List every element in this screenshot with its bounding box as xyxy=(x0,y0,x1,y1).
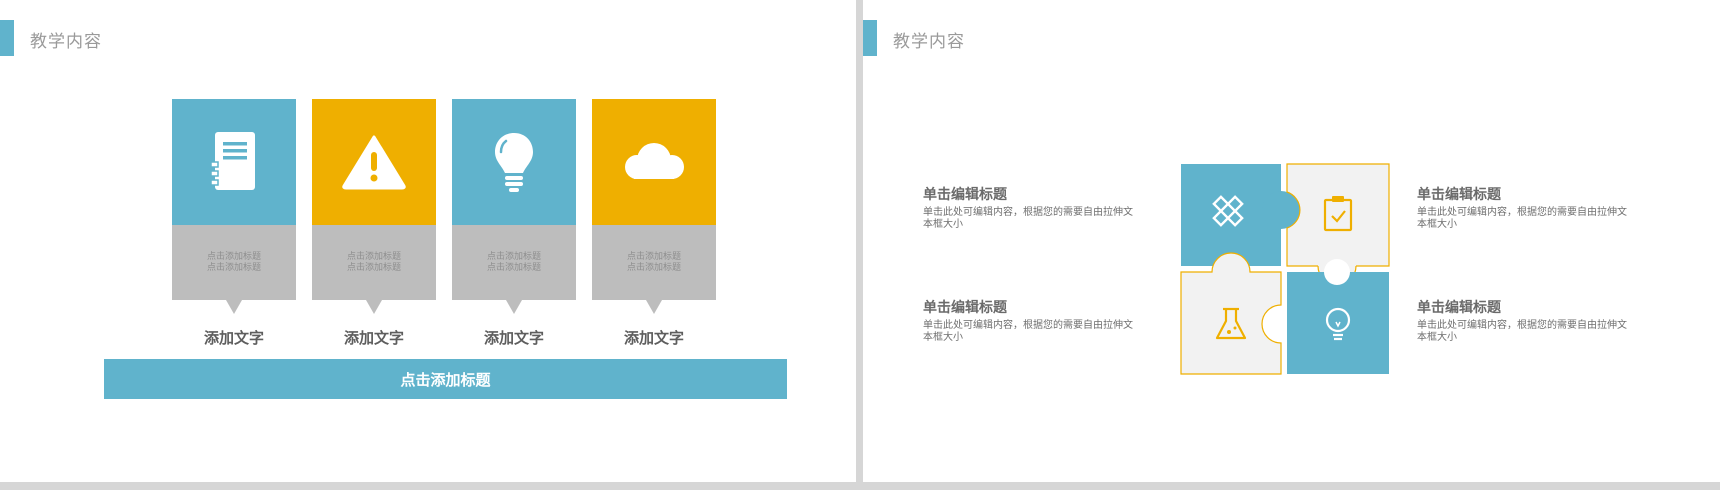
cloud-icon xyxy=(625,143,684,179)
card-subtitle: 点击添加标题 xyxy=(486,262,541,273)
block-body: 单击此处可编辑内容，根据您的需要自由拉伸文 xyxy=(1417,320,1627,331)
block-title: 单击编辑标题 xyxy=(923,187,1007,203)
block-title: 单击编辑标题 xyxy=(923,300,1007,316)
puzzle-piece-bottom-right xyxy=(1287,259,1389,374)
puzzle-graphic xyxy=(1180,163,1390,375)
card-subtitle: 点击添加标题 xyxy=(626,262,681,273)
title-accent-bar xyxy=(0,20,14,56)
card-1[interactable]: 点击添加标题 点击添加标题 添加文字 xyxy=(172,99,296,348)
block-body: 单击此处可编辑内容，根据您的需要自由拉伸文 xyxy=(1417,207,1627,218)
text-block-bottom-left[interactable]: 单击编辑标题 单击此处可编辑内容，根据您的需要自由拉伸文 本框大小 xyxy=(923,297,1163,344)
card-caption: 添加文字 xyxy=(483,329,544,347)
block-body: 本框大小 xyxy=(923,219,963,230)
card-icon-area xyxy=(592,99,716,225)
block-body: 单击此处可编辑内容，根据您的需要自由拉伸文 xyxy=(923,207,1133,218)
text-block-top-left[interactable]: 单击编辑标题 单击此处可编辑内容，根据您的需要自由拉伸文 本框大小 xyxy=(923,184,1163,231)
card-3[interactable]: 点击添加标题 点击添加标题 添加文字 xyxy=(452,99,576,348)
card-label-area: 点击添加标题 点击添加标题 xyxy=(592,225,716,314)
card-label-area: 点击添加标题 点击添加标题 xyxy=(312,225,436,314)
card-icon-area xyxy=(172,99,296,225)
slide-left: 教学内容 点击添加标题 点击添加标题 添加文字 点击添加标题 点击添加标题 添加… xyxy=(0,0,856,482)
block-body: 本框大小 xyxy=(1417,219,1457,230)
card-label-area: 点击添加标题 点击添加标题 xyxy=(452,225,576,314)
document-icon xyxy=(210,132,255,190)
card-subtitle: 点击添加标题 xyxy=(486,251,541,262)
lightbulb-icon xyxy=(495,133,533,192)
card-subtitle: 点击添加标题 xyxy=(346,251,401,262)
card-4[interactable]: 点击添加标题 点击添加标题 添加文字 xyxy=(592,99,716,348)
warning-icon xyxy=(342,135,406,190)
title-accent-bar xyxy=(863,20,877,56)
card-pointer xyxy=(226,300,242,314)
section-title: 教学内容 xyxy=(893,32,965,52)
card-subtitle: 点击添加标题 xyxy=(206,251,261,262)
title-banner[interactable]: 点击添加标题 xyxy=(104,359,787,399)
block-title: 单击编辑标题 xyxy=(1417,187,1501,203)
card-pointer xyxy=(506,300,522,314)
card-caption: 添加文字 xyxy=(343,329,404,347)
card-pointer xyxy=(366,300,382,314)
card-caption: 添加文字 xyxy=(203,329,264,347)
block-body: 本框大小 xyxy=(1417,332,1457,343)
block-body: 单击此处可编辑内容，根据您的需要自由拉伸文 xyxy=(923,320,1133,331)
card-icon-area xyxy=(452,99,576,225)
card-icon-area xyxy=(312,99,436,225)
text-block-top-right[interactable]: 单击编辑标题 单击此处可编辑内容，根据您的需要自由拉伸文 本框大小 xyxy=(1417,184,1657,231)
card-pointer xyxy=(646,300,662,314)
text-block-bottom-right[interactable]: 单击编辑标题 单击此处可编辑内容，根据您的需要自由拉伸文 本框大小 xyxy=(1417,297,1657,344)
block-body: 本框大小 xyxy=(923,332,963,343)
card-2[interactable]: 点击添加标题 点击添加标题 添加文字 xyxy=(312,99,436,348)
card-subtitle: 点击添加标题 xyxy=(206,262,261,273)
block-title: 单击编辑标题 xyxy=(1417,300,1501,316)
puzzle-piece-bottom-left xyxy=(1180,252,1282,375)
card-caption: 添加文字 xyxy=(623,329,684,347)
card-label-area: 点击添加标题 点击添加标题 xyxy=(172,225,296,314)
section-title: 教学内容 xyxy=(30,32,102,52)
card-subtitle: 点击添加标题 xyxy=(346,262,401,273)
card-subtitle: 点击添加标题 xyxy=(626,251,681,262)
slide-right: 教学内容 单击编辑标题 单击此处可编辑内容，根据您的需要自由拉伸文 本框大小 单… xyxy=(863,0,1720,482)
